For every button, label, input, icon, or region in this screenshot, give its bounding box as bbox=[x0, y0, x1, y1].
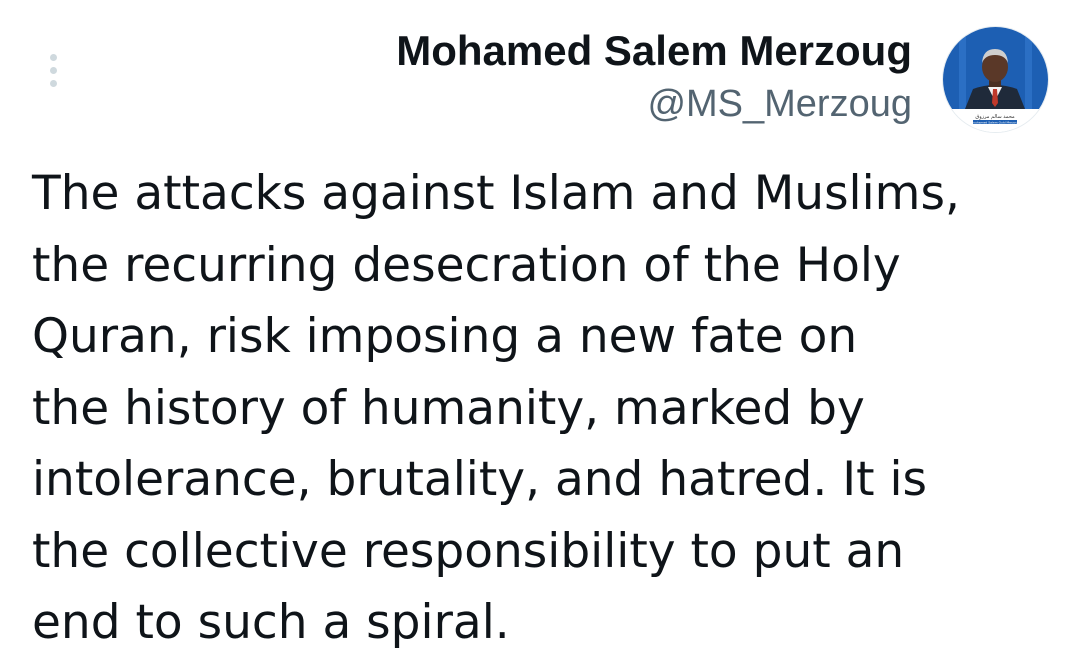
tweet-text-line: the recurring desecration of the Holy bbox=[32, 237, 901, 293]
avatar-caption-latin: Mouhamed Salem Ould Merzoug bbox=[971, 120, 1020, 124]
tweet-text-line: end to such a spiral. bbox=[32, 595, 510, 650]
avatar-portrait-image: محمد سالم مرزوق Mouhamed Salem Ould Merz… bbox=[943, 27, 1048, 132]
vertical-ellipsis-icon bbox=[49, 79, 57, 87]
author-display-name[interactable]: Mohamed Salem Merzoug bbox=[396, 26, 912, 76]
author-info[interactable]: Mohamed Salem Merzoug @MS_Merzoug bbox=[396, 26, 912, 128]
avatar[interactable]: محمد سالم مرزوق Mouhamed Salem Ould Merz… bbox=[943, 27, 1048, 132]
more-options-button[interactable] bbox=[38, 50, 68, 90]
tweet-text-line: the history of humanity, marked by bbox=[32, 380, 865, 436]
vertical-ellipsis-icon bbox=[49, 66, 57, 74]
tweet-text-line: the collective responsibility to put an bbox=[32, 523, 905, 579]
tweet-text-line: intolerance, brutality, and hatred. It i… bbox=[32, 452, 928, 507]
tweet-text-line: The attacks against Islam and Muslims, bbox=[32, 166, 960, 221]
tweet-text-line: Quran, risk imposing a new fate on bbox=[32, 309, 858, 364]
avatar-caption-arabic: محمد سالم مرزوق bbox=[975, 114, 1015, 120]
tweet-text: The attacks against Islam and Muslims, t… bbox=[32, 158, 1042, 659]
author-handle[interactable]: @MS_Merzoug bbox=[396, 80, 912, 128]
vertical-ellipsis-icon bbox=[49, 53, 57, 61]
